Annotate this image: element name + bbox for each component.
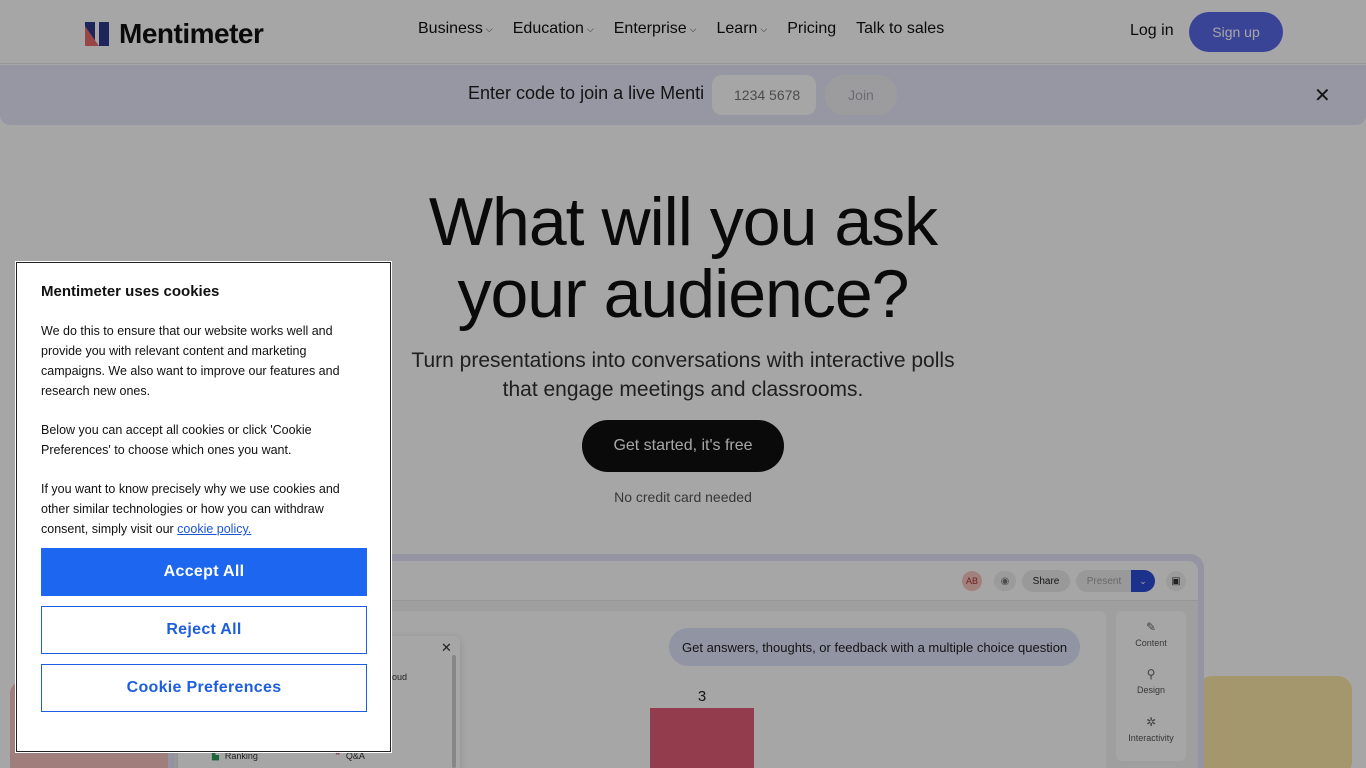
cookie-dialog: Mentimeter uses cookies We do this to en… bbox=[16, 262, 391, 752]
cookie-text: We do this to ensure that our website wo… bbox=[41, 324, 340, 398]
reject-all-button[interactable]: Reject All bbox=[41, 606, 367, 654]
accept-all-button[interactable]: Accept All bbox=[41, 548, 367, 596]
cookie-text: Below you can accept all cookies or clic… bbox=[41, 423, 312, 457]
cookie-preferences-button[interactable]: Cookie Preferences bbox=[41, 664, 367, 712]
cookie-text: If you want to know precisely why we use… bbox=[41, 479, 361, 539]
cookie-dialog-title: Mentimeter uses cookies bbox=[41, 283, 220, 300]
cookie-policy-link[interactable]: cookie policy. bbox=[177, 522, 251, 536]
